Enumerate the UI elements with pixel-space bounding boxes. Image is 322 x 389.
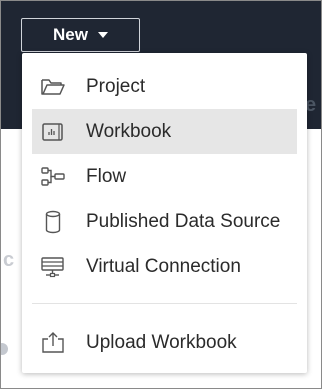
background-text-fragment-left: c — [3, 249, 15, 271]
flow-icon — [40, 164, 66, 190]
menu-item-label: Workbook — [86, 120, 172, 142]
upload-icon — [40, 330, 66, 356]
menu-item-virtual-connection[interactable]: Virtual Connection — [32, 244, 297, 289]
caret-down-icon — [97, 32, 108, 38]
menu-item-label: Project — [86, 75, 146, 97]
menu-item-workbook[interactable]: Workbook — [32, 109, 297, 154]
new-menu-dropdown: Project Workbook Flow Published Data Sou… — [22, 53, 307, 373]
menu-item-flow[interactable]: Flow — [32, 154, 297, 199]
menu-item-label: Upload Workbook — [86, 331, 237, 353]
virtual-connection-icon — [40, 254, 66, 280]
folder-icon — [40, 74, 66, 100]
menu-item-upload-workbook[interactable]: Upload Workbook — [32, 320, 297, 365]
new-button[interactable]: New — [21, 18, 140, 52]
menu-item-label: Published Data Source — [86, 210, 281, 232]
app-frame: e c New Project Workbook Flow Published … — [0, 0, 322, 389]
menu-divider — [32, 303, 297, 304]
workbook-icon — [40, 119, 66, 145]
menu-item-label: Virtual Connection — [86, 255, 241, 277]
new-button-label: New — [53, 25, 88, 44]
menu-item-project[interactable]: Project — [32, 64, 297, 109]
database-icon — [40, 209, 66, 235]
menu-item-label: Flow — [86, 165, 127, 187]
menu-item-published-data-source[interactable]: Published Data Source — [32, 199, 297, 244]
